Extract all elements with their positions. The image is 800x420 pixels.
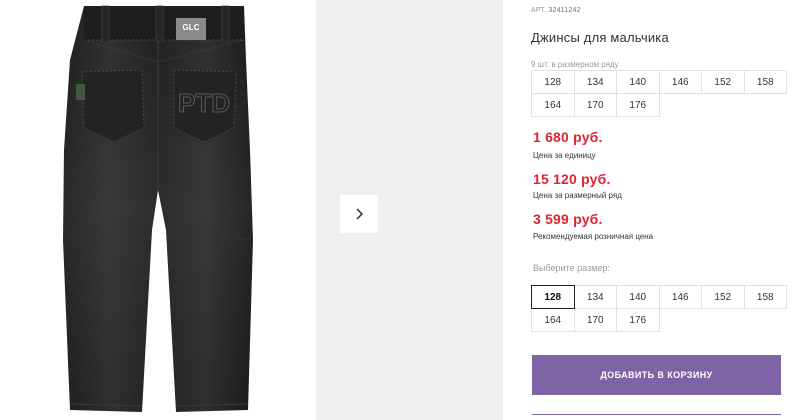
pack-size-cell: 128 <box>531 70 575 94</box>
jeans-image: GLC PTD <box>63 5 253 412</box>
secondary-button-edge[interactable] <box>532 414 781 420</box>
pocket-patch: PTD <box>178 88 230 118</box>
gallery-next-panel <box>316 0 503 420</box>
pack-size-cell: 164 <box>531 93 575 117</box>
pack-size-cell: 158 <box>743 70 787 94</box>
pack-size-cell: 170 <box>573 93 617 117</box>
pack-size-cell: 134 <box>573 70 617 94</box>
retail-price: 3 599 руб. <box>533 211 603 227</box>
size-option[interactable]: 158 <box>743 285 787 309</box>
pack-size-cell: 146 <box>658 70 702 94</box>
size-select-grid: 128 134 140 146 152 158 164 170 176 <box>531 285 787 332</box>
chevron-right-icon <box>356 208 363 220</box>
size-option[interactable]: 152 <box>701 285 745 309</box>
product-photo[interactable]: GLC PTD <box>0 0 316 420</box>
pack-price: 15 120 руб. <box>533 171 611 187</box>
size-option-selected[interactable]: 128 <box>531 285 575 309</box>
article-number: 32411242 <box>548 7 581 14</box>
pack-size-cell: 140 <box>616 70 660 94</box>
pack-price-label: Цена за размерный ряд <box>533 191 622 200</box>
article-label: АРТ. <box>531 7 547 14</box>
tag-text: GLC <box>183 23 200 32</box>
pack-size-cell: 176 <box>616 93 660 117</box>
size-option[interactable]: 140 <box>616 285 660 309</box>
article-code: АРТ. 32411242 <box>531 7 581 14</box>
size-option[interactable]: 146 <box>658 285 702 309</box>
size-option[interactable]: 134 <box>573 285 617 309</box>
size-option[interactable]: 164 <box>531 308 575 332</box>
product-title: Джинсы для мальчика <box>531 30 669 45</box>
pack-note: 9 шт. в размерном ряду <box>531 60 619 69</box>
pack-size-cell: 152 <box>701 70 745 94</box>
size-select-label: Выберите размер: <box>533 263 610 273</box>
retail-price-label: Рекомендуемая розничная цена <box>533 232 654 241</box>
pack-size-grid: 128 134 140 146 152 158 164 170 176 <box>531 70 787 117</box>
unit-price-label: Цена за единицу <box>533 151 596 160</box>
gallery-next-button[interactable] <box>340 195 378 233</box>
product-info: АРТ. 32411242 Джинсы для мальчика 9 шт. … <box>531 0 800 420</box>
size-option[interactable]: 176 <box>616 308 660 332</box>
unit-price: 1 680 руб. <box>533 129 603 145</box>
size-option[interactable]: 170 <box>573 308 617 332</box>
add-to-cart-button[interactable]: Добавить в корзину <box>532 355 781 395</box>
